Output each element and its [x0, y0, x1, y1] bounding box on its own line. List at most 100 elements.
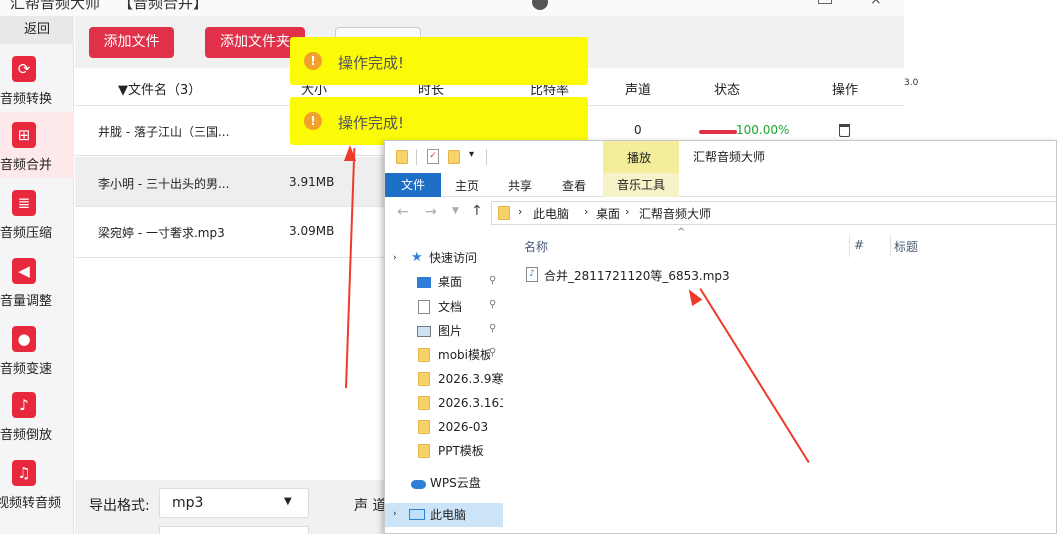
compress-icon: ≣ — [12, 190, 36, 216]
ribbon-tabs: 文件 主页 共享 查看 音乐工具 — [385, 173, 1056, 197]
col-name[interactable]: ▼文件名（3） — [118, 79, 201, 98]
tab-home[interactable]: 主页 — [455, 177, 479, 194]
pin-icon[interactable]: ⚲ — [489, 275, 496, 286]
col-divider — [849, 235, 850, 257]
sidebar-item-convert[interactable]: ⟳ 音频转换 — [0, 46, 74, 112]
trash-icon[interactable] — [839, 124, 850, 137]
desktop-icon — [417, 277, 431, 288]
sidebar-item-label: 音频倒放 — [0, 428, 53, 443]
toast-text: 操作完成! — [338, 54, 405, 72]
col-name[interactable]: 名称 — [524, 238, 548, 255]
nav-pictures[interactable]: 图片 — [438, 320, 462, 342]
disc-icon — [532, 0, 548, 10]
breadcrumb-desktop[interactable]: 桌面 — [596, 205, 620, 222]
folder-icon — [418, 420, 430, 434]
sidebar-item-speed[interactable]: ● 音频变速 — [0, 316, 74, 382]
sidebar-item-compress[interactable]: ≣ 音频压缩 — [0, 180, 74, 246]
folder-icon — [418, 348, 430, 362]
row-size: 3.91MB — [289, 175, 335, 189]
nav-folder[interactable]: mobi模板 — [438, 344, 490, 366]
sidebar-item-label: 音频转换 — [0, 92, 53, 107]
navigation-pane: › ★ 快速访问 桌面 ⚲ 文档 ⚲ 图片 ⚲ mobi模板 ⚲ 2026.3.… — [385, 241, 503, 533]
col-action: 操作 — [832, 83, 859, 98]
sidebar-item-video-to-audio[interactable]: ♫ 视频转音频 — [0, 450, 74, 516]
export-format-value: mp3 — [172, 495, 204, 511]
dropdown-icon[interactable]: ▾ — [469, 149, 474, 160]
computer-icon — [409, 509, 425, 520]
tab-file[interactable]: 文件 — [385, 173, 441, 197]
ribbon-context-tab[interactable]: 播放 — [603, 141, 679, 173]
sidebar-item-volume[interactable]: ◀ 音量调整 — [0, 248, 74, 314]
file-explorer-window: ✓ ▾ 播放 汇帮音频大师 文件 主页 共享 查看 音乐工具 ← → ▼ ↑ ›… — [384, 140, 1057, 534]
table-row[interactable]: 梁宛婷 - 一寸奢求.mp3 3.09MB — [75, 208, 385, 258]
folder-icon — [418, 372, 430, 386]
address-row: ← → ▼ ↑ › 此电脑 › 桌面 › 汇帮音频大师 — [385, 198, 1056, 228]
star-icon: ★ — [411, 250, 423, 265]
toast-notification: ! 操作完成! — [290, 97, 588, 145]
table-row[interactable]: 李小明 - 三十出头的男... 3.91MB — [75, 157, 385, 207]
merge-icon: ⊞ — [12, 122, 36, 148]
nav-wps-cloud[interactable]: WPS云盘 — [430, 472, 481, 494]
nav-folder[interactable]: 2026.3.9寒假 — [438, 368, 503, 390]
sidebar-item-reverse[interactable]: ♪ 音频倒放 — [0, 382, 74, 448]
list-item[interactable]: ♪ 合并_2811721120等_6853.mp3 — [522, 264, 822, 286]
second-select[interactable] — [159, 526, 309, 534]
separator — [416, 149, 417, 165]
add-file-button[interactable]: 添加文件 — [89, 27, 174, 58]
sidebar-nav: ⟳ 音频转换 ⊞ 音频合并 ≣ 音频压缩 ◀ 音量调整 ● 音频变速 ♪ 音频倒… — [0, 46, 74, 534]
sidebar-item-label: 音频合并 — [0, 158, 53, 173]
tab-share[interactable]: 共享 — [508, 177, 532, 194]
quick-access-toolbar: ✓ ▾ — [385, 141, 603, 173]
nav-documents[interactable]: 文档 — [438, 296, 462, 318]
pin-icon[interactable]: ⚲ — [489, 299, 496, 310]
tab-view[interactable]: 查看 — [562, 177, 586, 194]
breadcrumb-sep: › — [518, 205, 523, 218]
maximize-icon[interactable] — [818, 0, 832, 4]
pin-icon[interactable]: ⚲ — [489, 347, 496, 358]
breadcrumb-sep: › — [625, 205, 630, 218]
breadcrumb[interactable]: › 此电脑 › 桌面 › 汇帮音频大师 — [491, 201, 1056, 225]
col-divider — [890, 235, 891, 257]
nav-folder[interactable]: PPT模板 — [438, 440, 484, 462]
progress-bar — [699, 130, 737, 134]
breadcrumb-folder[interactable]: 汇帮音频大师 — [639, 205, 711, 222]
sidebar-item-label: 音频变速 — [0, 362, 53, 377]
pin-icon[interactable]: ⚲ — [489, 323, 496, 334]
expand-icon[interactable]: › — [393, 509, 397, 519]
music-note-icon: ♪ — [12, 392, 36, 418]
document-icon — [418, 300, 430, 314]
app-subtitle: 【音频合并】 — [118, 0, 209, 12]
nav-folder[interactable]: 2026-03 — [438, 416, 488, 438]
col-title[interactable]: 标题 — [894, 238, 918, 255]
folder-icon — [418, 444, 430, 458]
sidebar-item-merge[interactable]: ⊞ 音频合并 — [0, 112, 74, 178]
chevron-down-icon: ▼ — [284, 496, 292, 507]
col-num[interactable]: # — [854, 238, 864, 252]
info-icon: ! — [304, 52, 322, 70]
nav-this-pc[interactable]: 此电脑 — [430, 504, 466, 526]
toast-text: 操作完成! — [338, 114, 405, 132]
forward-arrow-icon[interactable]: → — [425, 204, 437, 220]
breadcrumb-this-pc[interactable]: 此电脑 — [533, 205, 569, 222]
col-status: 状态 — [714, 83, 741, 98]
refresh-icon: ⟳ — [12, 56, 36, 82]
back-button[interactable]: 返回 — [0, 16, 74, 44]
nav-desktop[interactable]: 桌面 — [438, 271, 462, 293]
export-format-select[interactable]: mp3 ▼ — [159, 488, 309, 518]
sidebar-item-label: 音量调整 — [0, 294, 53, 309]
up-arrow-icon[interactable]: ↑ — [471, 203, 483, 219]
history-dropdown-icon[interactable]: ▼ — [452, 206, 459, 216]
expand-icon[interactable]: › — [393, 253, 397, 263]
back-arrow-icon[interactable]: ← — [397, 204, 409, 220]
close-icon[interactable]: × — [870, 0, 882, 8]
nav-folder[interactable]: 2026.3.16二 — [438, 392, 503, 414]
folder-icon — [418, 396, 430, 410]
nav-quick-access[interactable]: 快速访问 — [429, 247, 477, 269]
tab-music-tools[interactable]: 音乐工具 — [603, 173, 679, 197]
properties-icon[interactable]: ✓ — [427, 149, 439, 164]
toast-notification: ! 操作完成! — [290, 37, 588, 85]
sidebar-item-label: 音频压缩 — [0, 226, 53, 241]
new-folder-icon[interactable] — [448, 150, 460, 164]
row-status: 100.00% — [736, 123, 790, 137]
mic-icon: ● — [12, 326, 36, 352]
